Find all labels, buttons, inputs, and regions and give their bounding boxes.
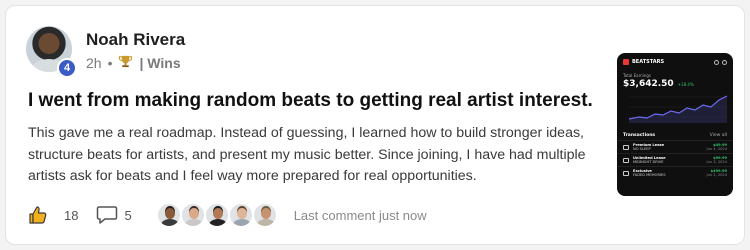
commenter-avatar[interactable] [179, 202, 206, 228]
beatstars-logo-icon [623, 59, 629, 65]
preview-earnings-amount: $3,642.50 [623, 79, 674, 89]
bell-icon [714, 59, 719, 65]
cart-icon [623, 144, 629, 150]
commenter-avatar[interactable] [155, 202, 182, 228]
post-category[interactable]: | Wins [139, 55, 180, 71]
preview-view-all: View all [709, 133, 727, 138]
trophy-icon [118, 54, 133, 72]
preview-transaction-row: Premium Lease NO SLEEP $49.99 Jun 4, 2024 [617, 140, 733, 153]
post-title[interactable]: I went from making random beats to getti… [28, 90, 608, 112]
like-count: 18 [64, 207, 79, 223]
last-comment-time: Last comment just now [293, 207, 427, 223]
thumbs-up-icon [28, 205, 48, 225]
comment-count: 5 [124, 207, 132, 223]
commenter-avatar[interactable] [227, 202, 254, 228]
like-button[interactable]: 18 [28, 205, 78, 225]
preview-earnings-chart [628, 95, 728, 123]
meta-separator: • [107, 55, 113, 71]
attachment-preview[interactable]: BEATSTARS Total Earnings $3,642.50 +18.4… [617, 53, 733, 196]
preview-transaction-row: Exclusive FADED MEMORIES $499.99 Jun 2, 202… [617, 166, 733, 179]
preview-earnings-label: Total Earnings [623, 73, 651, 78]
preview-brand: BEATSTARS [632, 59, 665, 65]
preview-transaction-row: Unlimited Lease MIDNIGHT DRIVE $99.99 Jun 3… [617, 153, 733, 166]
commenter-avatar[interactable] [203, 202, 230, 228]
commenter-avatars[interactable] [155, 202, 278, 228]
post-body: This gave me a real roadmap. Instead of … [28, 125, 586, 184]
cart-icon [623, 170, 629, 176]
comment-button[interactable]: 5 [96, 205, 132, 225]
preview-earnings-change: +18.4% [677, 82, 694, 87]
preview-transactions-title: Transactions [623, 133, 656, 138]
level-badge: 4 [57, 58, 77, 78]
post-card[interactable]: 4 Noah Rivera 2h • | Wins I went from ma… [5, 5, 745, 245]
comment-bubble-icon [96, 205, 118, 225]
post-time: 2h [86, 55, 102, 71]
cart-icon [623, 157, 629, 163]
post-meta: 2h • | Wins [86, 54, 181, 72]
post-actions: 18 5 Last comment just now [28, 202, 427, 228]
settings-icon [722, 59, 727, 65]
commenter-avatar[interactable] [251, 202, 278, 228]
author-name[interactable]: Noah Rivera [86, 30, 185, 50]
